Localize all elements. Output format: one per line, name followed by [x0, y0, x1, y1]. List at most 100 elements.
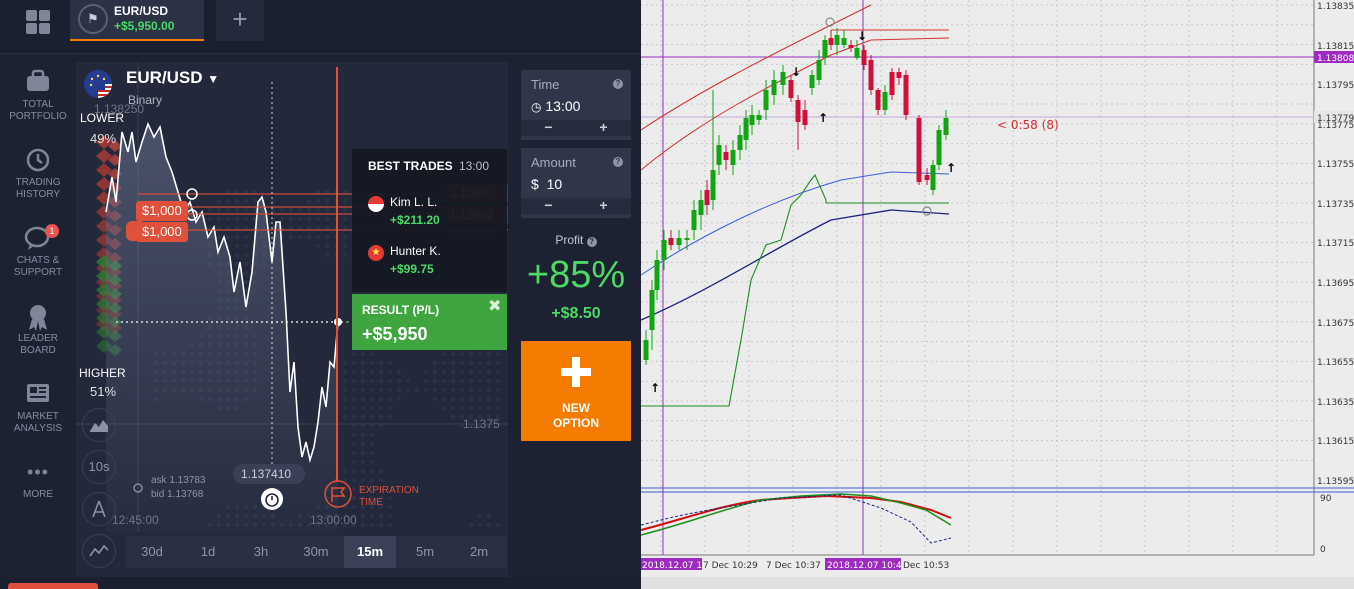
- medal-icon: [0, 303, 76, 331]
- candle-body: [643, 340, 649, 360]
- map-dot: [234, 216, 240, 222]
- map-dot: [351, 486, 357, 492]
- map-dot: [243, 198, 249, 204]
- new-option-button[interactable]: NEW OPTION: [521, 341, 631, 441]
- timeframe-1d[interactable]: 1d: [182, 536, 234, 568]
- trade-amount-label[interactable]: $1,000: [136, 201, 188, 221]
- map-dot: [423, 387, 429, 393]
- sidebar-item-total-portfolio[interactable]: TOTAL PORTFOLIO: [0, 69, 76, 123]
- map-dot: [369, 351, 375, 357]
- bottom-button[interactable]: [8, 583, 98, 589]
- candle-body: [743, 118, 749, 140]
- map-dot: [342, 405, 348, 411]
- amount-plus-button[interactable]: +: [576, 198, 631, 213]
- map-dot: [342, 243, 348, 249]
- map-dot: [342, 396, 348, 402]
- timeframe-30d[interactable]: 30d: [126, 536, 178, 568]
- sidebar-item-chats-support[interactable]: 1 CHATS & SUPPORT: [0, 224, 76, 279]
- timeframe-3h[interactable]: 3h: [235, 536, 287, 568]
- timeframe-15m[interactable]: 15m: [344, 536, 396, 568]
- help-icon[interactable]: ?: [586, 237, 597, 247]
- map-dot: [387, 522, 393, 528]
- time-axis-label: 12:45:00: [112, 513, 159, 527]
- map-dot: [468, 378, 474, 384]
- map-dot: [450, 378, 456, 384]
- chart-type-area-icon[interactable]: [82, 408, 116, 442]
- time-axis-label: 7 Dec 10:29: [703, 561, 758, 571]
- map-dot: [351, 459, 357, 465]
- map-dot: [315, 216, 321, 222]
- map-dot: [369, 414, 375, 420]
- amount-stepper: − +: [521, 198, 631, 214]
- amount-minus-button[interactable]: −: [521, 198, 576, 213]
- timeframe-30m[interactable]: 30m: [290, 536, 342, 568]
- map-dot: [351, 495, 357, 501]
- horizontal-scrollbar: [641, 577, 1354, 589]
- top-bar: ⚑ EUR/USD +$5,950.00 +: [0, 0, 641, 54]
- asset-selector[interactable]: EUR/USD ▼: [126, 68, 219, 88]
- history-icon: [0, 147, 76, 173]
- map-dot: [486, 378, 492, 384]
- map-dot: [252, 198, 258, 204]
- map-dot: [360, 405, 366, 411]
- vietnam-flag-icon: ★: [368, 245, 384, 261]
- chat-icon: [0, 225, 76, 251]
- flag-icon: ⚑: [78, 4, 108, 34]
- time-label: Time: [531, 77, 560, 92]
- help-icon[interactable]: ?: [613, 79, 623, 89]
- map-dot: [423, 378, 429, 384]
- lower-percent: 49%: [90, 131, 117, 146]
- time-value[interactable]: ◷ 13:00: [531, 98, 580, 114]
- map-dot: [351, 477, 357, 483]
- result-panel: RESULT (P/L) +$5,950 ✖: [352, 294, 507, 350]
- candle-body: [924, 175, 930, 180]
- map-dot: [288, 234, 294, 240]
- map-dot: [342, 207, 348, 213]
- mt4-chart-svg[interactable]: 1.138351.138151.138081.137951.137791.137…: [641, 0, 1354, 589]
- trader-name: Kim L. L.: [390, 195, 438, 209]
- timeframe-5m[interactable]: 5m: [399, 536, 451, 568]
- map-dot: [234, 243, 240, 249]
- map-dot: [225, 198, 231, 204]
- map-dot: [369, 459, 375, 465]
- candle-body: [809, 75, 815, 88]
- map-dot: [378, 477, 384, 483]
- map-dot: [360, 477, 366, 483]
- map-dot: [423, 369, 429, 375]
- indicators-icon[interactable]: [82, 534, 116, 568]
- grid-menu-icon[interactable]: [14, 4, 62, 38]
- map-dot: [441, 378, 447, 384]
- map-dot: [468, 369, 474, 375]
- candle-body: [691, 210, 697, 230]
- close-icon[interactable]: ✖: [488, 296, 501, 316]
- interval-10s-button[interactable]: 10s: [82, 450, 116, 484]
- trade-amount-label[interactable]: $1,000: [136, 222, 188, 242]
- asset-tab-eurusd[interactable]: ⚑ EUR/USD +$5,950.00: [70, 0, 204, 41]
- map-dot: [270, 216, 276, 222]
- oscillator-level: 90: [1320, 494, 1332, 504]
- map-dot: [342, 387, 348, 393]
- price-axis-label: 1.13835: [1317, 2, 1354, 12]
- sidebar-label: MORE: [23, 489, 53, 500]
- time-minus-button[interactable]: −: [521, 120, 576, 135]
- timeframe-2m[interactable]: 2m: [453, 536, 505, 568]
- help-icon[interactable]: ?: [613, 157, 623, 167]
- map-dot: [306, 234, 312, 240]
- add-tab-button[interactable]: +: [216, 0, 264, 41]
- sidebar-item-trading-history[interactable]: TRADING HISTORY: [0, 147, 76, 201]
- map-dot: [468, 405, 474, 411]
- eu-flag-icon: [84, 70, 112, 98]
- new-option-label: NEW: [562, 401, 590, 415]
- candle-body: [795, 100, 801, 122]
- map-dot: [387, 387, 393, 393]
- drawing-tool-icon[interactable]: [82, 492, 116, 526]
- sidebar-item-market-analysis[interactable]: MARKET ANALYSIS: [0, 381, 76, 435]
- time-plus-button[interactable]: +: [576, 120, 631, 135]
- mt4-chart[interactable]: 1.13835 1.13815 1.13808 1.13795 1.13779 1.137…: [641, 0, 1354, 589]
- amount-input[interactable]: $ 10: [531, 176, 562, 192]
- sidebar-item-leader-board[interactable]: LEADER BOARD: [0, 303, 76, 357]
- sidebar-item-more[interactable]: ••• MORE: [0, 459, 76, 501]
- price-axis-label: 1.13595: [1317, 477, 1354, 487]
- candle-body: [903, 75, 909, 115]
- map-dot: [369, 522, 375, 528]
